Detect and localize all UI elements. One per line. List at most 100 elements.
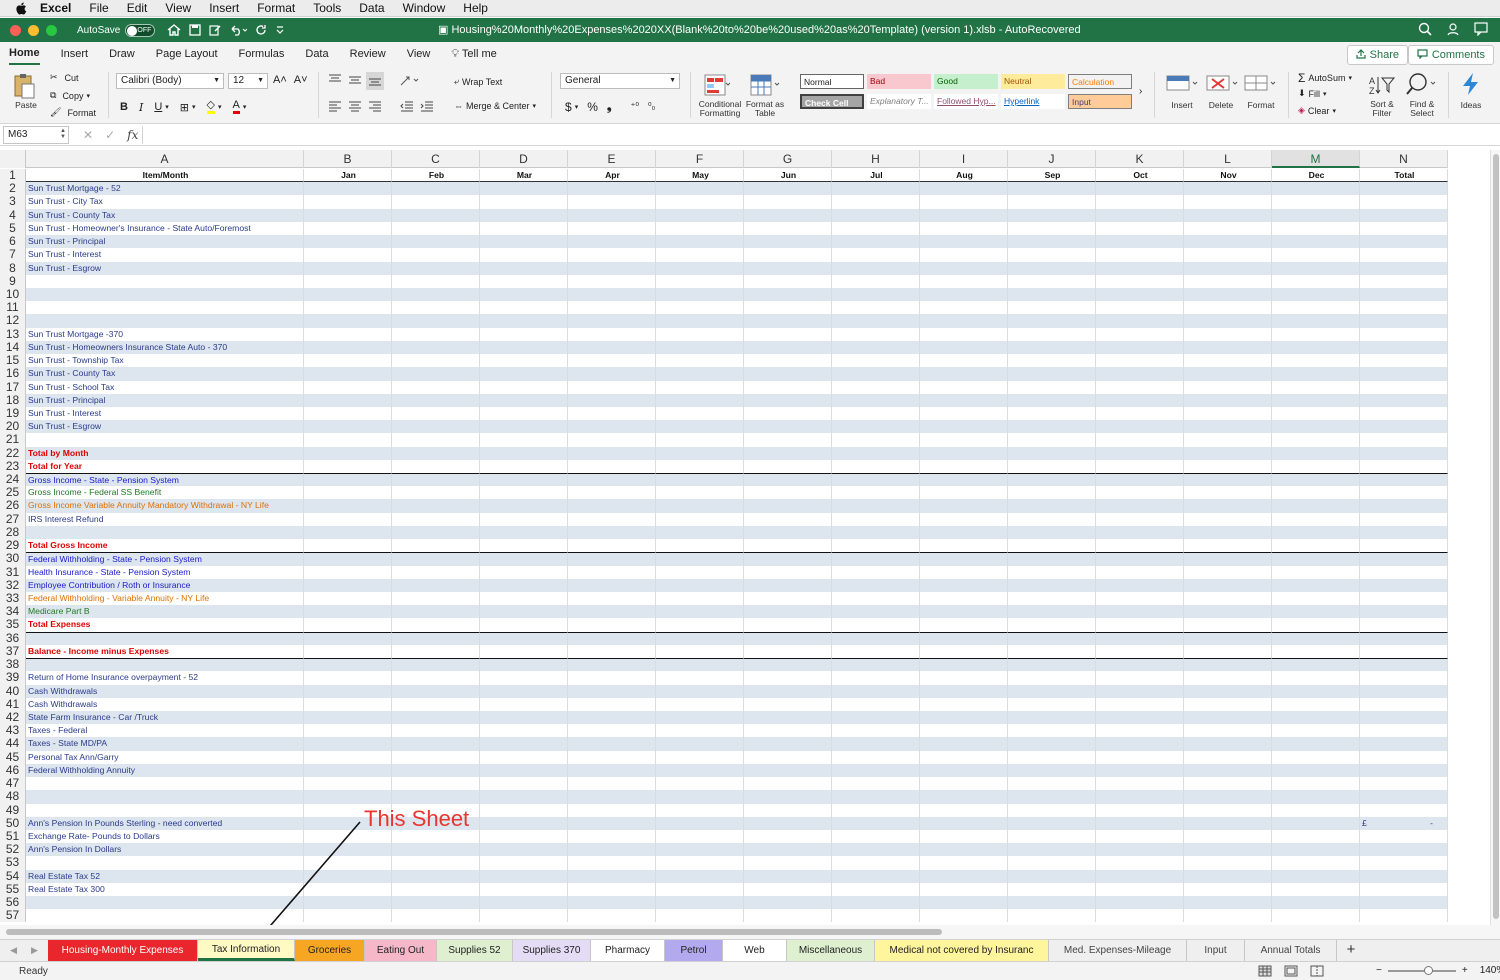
- value-cell[interactable]: [1008, 473, 1096, 487]
- value-cell[interactable]: [1184, 671, 1272, 685]
- value-cell[interactable]: [832, 420, 920, 434]
- value-cell[interactable]: [392, 406, 480, 421]
- row-header[interactable]: 26: [0, 499, 26, 513]
- value-cell[interactable]: [1360, 724, 1448, 738]
- value-cell[interactable]: [1360, 248, 1448, 262]
- sheet-tab[interactable]: Housing-Monthly Expenses: [48, 940, 198, 961]
- value-cell[interactable]: [1184, 393, 1272, 407]
- value-cell[interactable]: [656, 446, 744, 460]
- sheet-tab[interactable]: Input: [1187, 940, 1245, 961]
- value-cell[interactable]: [656, 724, 744, 738]
- value-cell[interactable]: [392, 790, 480, 804]
- value-cell[interactable]: [568, 380, 656, 394]
- value-cell[interactable]: [392, 274, 480, 288]
- value-cell[interactable]: [1184, 486, 1272, 500]
- value-cell[interactable]: [1272, 552, 1360, 566]
- value-cell[interactable]: [1272, 420, 1360, 434]
- header-cell[interactable]: Nov: [1184, 169, 1272, 183]
- conditional-formatting-icon[interactable]: [704, 74, 731, 98]
- chevron-down-icon[interactable]: ▾: [243, 103, 247, 111]
- value-cell[interactable]: [1184, 420, 1272, 434]
- value-cell[interactable]: [656, 843, 744, 857]
- style-input[interactable]: Input: [1068, 94, 1132, 109]
- value-cell[interactable]: [744, 552, 832, 566]
- value-cell[interactable]: [304, 420, 392, 434]
- align-left-icon[interactable]: [328, 100, 342, 114]
- value-cell[interactable]: [568, 235, 656, 249]
- row-header[interactable]: 40: [0, 684, 26, 698]
- value-cell[interactable]: [1272, 525, 1360, 540]
- value-cell[interactable]: [1184, 314, 1272, 328]
- value-cell[interactable]: [568, 221, 656, 236]
- value-cell[interactable]: [744, 856, 832, 870]
- value-cell[interactable]: [656, 882, 744, 897]
- value-cell[interactable]: [832, 592, 920, 606]
- value-cell[interactable]: [1360, 658, 1448, 672]
- account-icon[interactable]: [1446, 22, 1460, 39]
- value-cell[interactable]: [920, 459, 1008, 474]
- value-cell[interactable]: [1360, 182, 1448, 196]
- value-cell[interactable]: [656, 525, 744, 540]
- value-cell[interactable]: [480, 710, 568, 725]
- value-cell[interactable]: [480, 790, 568, 804]
- value-cell[interactable]: [1096, 539, 1184, 553]
- value-cell[interactable]: [480, 486, 568, 500]
- value-cell[interactable]: [1360, 763, 1448, 778]
- value-cell[interactable]: [1360, 367, 1448, 381]
- value-cell[interactable]: [920, 750, 1008, 764]
- value-cell[interactable]: [656, 829, 744, 844]
- column-header-f[interactable]: F: [656, 150, 744, 168]
- value-cell[interactable]: [304, 433, 392, 447]
- value-cell[interactable]: [1360, 446, 1448, 460]
- row-header[interactable]: 49: [0, 803, 26, 817]
- value-cell[interactable]: [832, 816, 920, 830]
- value-cell[interactable]: [1008, 301, 1096, 315]
- value-cell[interactable]: [1360, 221, 1448, 236]
- column-header-g[interactable]: G: [744, 150, 832, 168]
- zoom-slider-knob[interactable]: [1423, 965, 1433, 975]
- value-cell[interactable]: [1272, 182, 1360, 196]
- value-cell[interactable]: [1184, 406, 1272, 421]
- value-cell[interactable]: [1008, 486, 1096, 500]
- value-cell[interactable]: [304, 684, 392, 698]
- search-icon[interactable]: [1418, 22, 1432, 39]
- value-cell[interactable]: [744, 406, 832, 421]
- value-cell[interactable]: [1096, 697, 1184, 711]
- item-cell[interactable]: Sun Trust - City Tax: [26, 195, 304, 209]
- value-cell[interactable]: [1360, 843, 1448, 857]
- value-cell[interactable]: [1096, 221, 1184, 236]
- style-hyperlink[interactable]: Hyperlink: [1001, 94, 1065, 109]
- tab-insert[interactable]: Insert: [61, 44, 89, 64]
- value-cell[interactable]: [744, 644, 832, 659]
- column-header-j[interactable]: J: [1008, 150, 1096, 168]
- value-cell[interactable]: [744, 803, 832, 817]
- value-cell[interactable]: [832, 829, 920, 844]
- value-cell[interactable]: [304, 790, 392, 804]
- value-cell[interactable]: [1360, 856, 1448, 870]
- value-cell[interactable]: [832, 803, 920, 817]
- value-cell[interactable]: [656, 631, 744, 645]
- value-cell[interactable]: [656, 208, 744, 222]
- menu-view[interactable]: View: [165, 1, 191, 15]
- value-cell[interactable]: [920, 380, 1008, 394]
- value-cell[interactable]: [656, 433, 744, 447]
- value-cell[interactable]: [1360, 473, 1448, 487]
- value-cell[interactable]: [392, 287, 480, 302]
- value-cell[interactable]: [568, 578, 656, 592]
- value-cell[interactable]: [832, 856, 920, 870]
- value-cell[interactable]: [920, 829, 1008, 844]
- value-cell[interactable]: [744, 274, 832, 288]
- value-cell[interactable]: [392, 367, 480, 381]
- value-cell[interactable]: [304, 248, 392, 262]
- value-cell[interactable]: [304, 618, 392, 632]
- value-cell[interactable]: £ -: [1360, 816, 1448, 830]
- value-cell[interactable]: [392, 724, 480, 738]
- column-header-i[interactable]: I: [920, 150, 1008, 168]
- value-cell[interactable]: [1272, 777, 1360, 791]
- value-cell[interactable]: [920, 274, 1008, 288]
- value-cell[interactable]: [744, 777, 832, 791]
- borders-icon[interactable]: ⊞: [180, 101, 189, 114]
- comma-style-icon[interactable]: ❟: [607, 99, 612, 114]
- paste-label[interactable]: Paste: [10, 100, 42, 110]
- menu-app-excel[interactable]: Excel: [40, 1, 71, 15]
